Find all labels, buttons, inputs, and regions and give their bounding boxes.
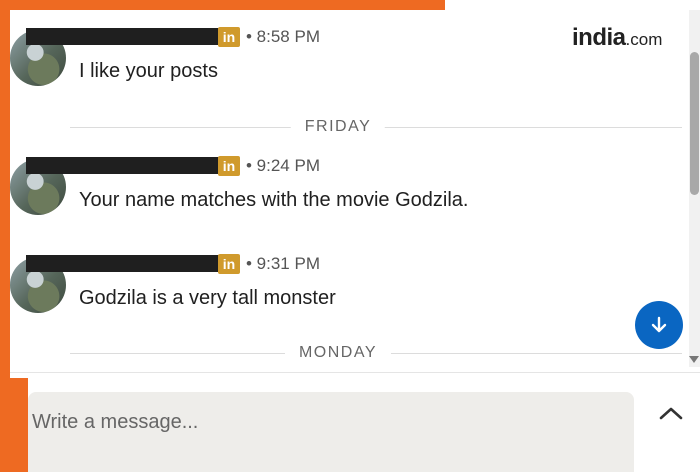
date-divider-friday: FRIDAY (290, 118, 386, 136)
orange-frame-top (0, 0, 445, 10)
message-item: in • 9:24 PM Your name matches with the … (10, 149, 680, 249)
linkedin-icon: in (218, 254, 240, 274)
linkedin-icon: in (218, 27, 240, 47)
scroll-to-bottom-button[interactable] (635, 301, 683, 349)
message-item: in • 9:31 PM Godzila is a very tall mons… (10, 247, 680, 347)
chevron-up-icon (659, 407, 683, 420)
redacted-sender-name (26, 157, 226, 174)
orange-frame-bottom-left (0, 378, 28, 472)
arrow-down-icon (651, 316, 667, 333)
message-input[interactable] (30, 410, 624, 435)
linkedin-icon: in (218, 156, 240, 176)
orange-frame-left (0, 0, 10, 380)
scroll-down-arrow-icon[interactable] (689, 356, 699, 363)
composer-separator (10, 372, 700, 373)
expand-composer-button[interactable] (656, 402, 686, 424)
message-timestamp: • 8:58 PM (246, 27, 320, 46)
scrollbar-thumb[interactable] (690, 52, 699, 195)
redacted-sender-name (26, 255, 226, 272)
message-text: I like your posts (79, 60, 218, 82)
message-text: Godzila is a very tall monster (79, 287, 336, 309)
message-item: in • 8:58 PM I like your posts (10, 20, 680, 120)
message-composer (28, 392, 634, 472)
message-timestamp: • 9:31 PM (246, 254, 320, 273)
message-timestamp: • 9:24 PM (246, 156, 320, 175)
date-divider-monday: MONDAY (284, 344, 392, 362)
message-text: Your name matches with the movie Godzila… (79, 189, 469, 211)
redacted-sender-name (26, 28, 226, 45)
